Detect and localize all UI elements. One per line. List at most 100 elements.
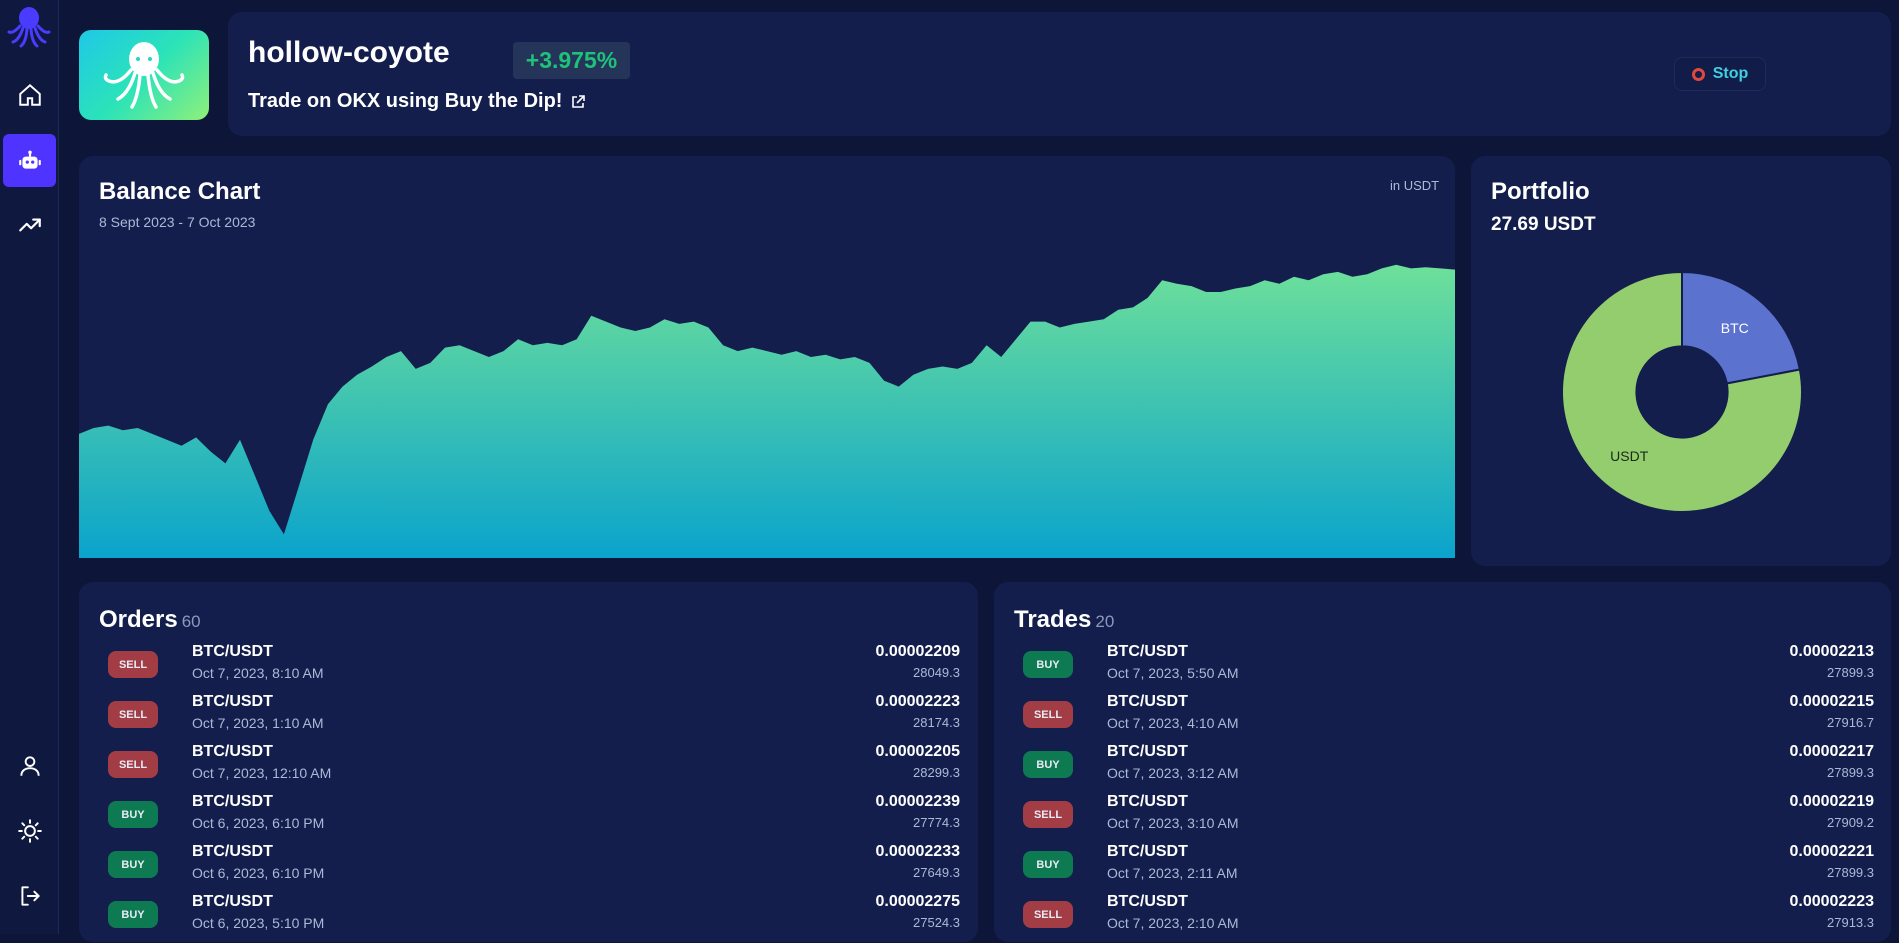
- side-badge: SELL: [1023, 701, 1073, 728]
- timestamp: Oct 7, 2023, 8:10 AM: [192, 665, 324, 681]
- sun-icon[interactable]: [3, 804, 56, 857]
- robot-icon[interactable]: [3, 134, 56, 187]
- pair-label: BTC/USDT: [192, 693, 273, 710]
- side-badge: SELL: [1023, 801, 1073, 828]
- orders-title: Orders: [99, 606, 178, 633]
- price-value: 27899.3: [1827, 765, 1874, 780]
- price-value: 27913.3: [1827, 915, 1874, 930]
- bot-avatar: [79, 30, 209, 120]
- trade-row[interactable]: BUY BTC/USDT Oct 7, 2023, 2:11 AM 0.0000222…: [1023, 843, 1874, 893]
- octopus-icon: [103, 42, 185, 109]
- amount-value: 0.00002217: [1789, 743, 1874, 760]
- pair-label: BTC/USDT: [192, 743, 273, 760]
- pair-label: BTC/USDT: [1107, 843, 1188, 860]
- pair-label: BTC/USDT: [1107, 693, 1188, 710]
- side-badge: BUY: [1023, 751, 1073, 778]
- bot-strategy-link[interactable]: Trade on OKX using Buy the Dip!: [248, 90, 586, 113]
- performance-badge: +3.975%: [513, 42, 630, 79]
- price-value: 27916.7: [1827, 715, 1874, 730]
- logout-icon[interactable]: [3, 869, 56, 922]
- trades-count: 20: [1095, 612, 1115, 631]
- amount-value: 0.00002275: [875, 893, 960, 910]
- pair-label: BTC/USDT: [192, 843, 273, 860]
- side-badge: SELL: [108, 651, 158, 678]
- timestamp: Oct 7, 2023, 12:10 AM: [192, 765, 332, 781]
- portfolio-total: 27.69 USDT: [1491, 214, 1596, 235]
- price-value: 28299.3: [913, 765, 960, 780]
- pair-label: BTC/USDT: [192, 643, 273, 660]
- pair-label: BTC/USDT: [1107, 793, 1188, 810]
- bot-header-panel: [228, 12, 1891, 136]
- timestamp: Oct 6, 2023, 6:10 PM: [192, 815, 325, 831]
- side-badge: SELL: [1023, 901, 1073, 928]
- trade-row[interactable]: SELL BTC/USDT Oct 7, 2023, 4:10 AM 0.000022…: [1023, 693, 1874, 743]
- pair-label: BTC/USDT: [192, 793, 273, 810]
- pair-label: BTC/USDT: [1107, 893, 1188, 910]
- price-value: 27899.3: [1827, 665, 1874, 680]
- trades-title: Trades: [1014, 606, 1092, 633]
- trade-row[interactable]: BUY BTC/USDT Oct 7, 2023, 5:50 AM 0.0000221…: [1023, 643, 1874, 693]
- bot-strategy-text: Trade on OKX using Buy the Dip!: [248, 90, 563, 112]
- trade-row[interactable]: SELL BTC/USDT Oct 7, 2023, 2:10 AM 0.000022…: [1023, 893, 1874, 943]
- pair-label: BTC/USDT: [1107, 743, 1188, 760]
- balance-area-chart[interactable]: [79, 227, 1455, 558]
- order-row[interactable]: SELL BTC/USDT Oct 7, 2023, 1:10 AM 0.000022…: [108, 693, 960, 743]
- amount-value: 0.00002215: [1789, 693, 1874, 710]
- stop-icon: [1691, 67, 1705, 81]
- side-badge: SELL: [108, 701, 158, 728]
- price-value: 27649.3: [913, 865, 960, 880]
- timestamp: Oct 7, 2023, 2:10 AM: [1107, 915, 1239, 931]
- home-icon[interactable]: [3, 68, 56, 121]
- price-value: 27909.2: [1827, 815, 1874, 830]
- stop-button-label: Stop: [1712, 65, 1749, 82]
- sidebar: [0, 0, 59, 934]
- order-row[interactable]: SELL BTC/USDT Oct 7, 2023, 12:10 AM 0.00002…: [108, 743, 960, 793]
- side-badge: SELL: [108, 751, 158, 778]
- trade-row[interactable]: SELL BTC/USDT Oct 7, 2023, 3:10 AM 0.000022…: [1023, 793, 1874, 843]
- side-badge: BUY: [1023, 651, 1073, 678]
- amount-value: 0.00002239: [875, 793, 960, 810]
- pair-label: BTC/USDT: [192, 893, 273, 910]
- portfolio-donut-chart[interactable]: BTC USDT: [1552, 262, 1812, 522]
- price-value: 27899.3: [1827, 865, 1874, 880]
- trade-row[interactable]: BUY BTC/USDT Oct 7, 2023, 3:12 AM 0.0000221…: [1023, 743, 1874, 793]
- amount-value: 0.00002219: [1789, 793, 1874, 810]
- balance-unit-label: in USDT: [1390, 178, 1440, 193]
- amount-value: 0.00002213: [1789, 643, 1874, 660]
- trending-up-icon[interactable]: [3, 198, 56, 251]
- timestamp: Oct 7, 2023, 3:12 AM: [1107, 765, 1239, 781]
- timestamp: Oct 7, 2023, 2:11 AM: [1107, 865, 1238, 881]
- balance-chart-title: Balance Chart: [99, 178, 261, 205]
- price-value: 28174.3: [913, 715, 960, 730]
- stop-button[interactable]: Stop: [1674, 57, 1766, 91]
- side-badge: BUY: [108, 851, 158, 878]
- amount-value: 0.00002209: [875, 643, 960, 660]
- pie-label-usdt: USDT: [1610, 448, 1649, 464]
- trades-title-wrap: Trades 20: [1014, 606, 1114, 634]
- amount-value: 0.00002223: [875, 693, 960, 710]
- balance-area: [79, 264, 1455, 558]
- timestamp: Oct 7, 2023, 1:10 AM: [192, 715, 324, 731]
- octopus-logo-icon[interactable]: [7, 4, 51, 48]
- orders-title-wrap: Orders 60: [99, 606, 201, 634]
- bot-name: hollow-coyote: [248, 36, 450, 69]
- amount-value: 0.00002221: [1789, 843, 1874, 860]
- orders-count: 60: [181, 612, 201, 631]
- side-badge: BUY: [108, 801, 158, 828]
- order-row[interactable]: BUY BTC/USDT Oct 6, 2023, 6:10 PM 0.0000223…: [108, 843, 960, 893]
- timestamp: Oct 6, 2023, 5:10 PM: [192, 915, 325, 931]
- order-row[interactable]: BUY BTC/USDT Oct 6, 2023, 5:10 PM 0.0000227…: [108, 893, 960, 943]
- order-row[interactable]: SELL BTC/USDT Oct 7, 2023, 8:10 AM 0.000022…: [108, 643, 960, 693]
- timestamp: Oct 7, 2023, 3:10 AM: [1107, 815, 1239, 831]
- timestamp: Oct 7, 2023, 4:10 AM: [1107, 715, 1239, 731]
- order-row[interactable]: BUY BTC/USDT Oct 6, 2023, 6:10 PM 0.0000223…: [108, 793, 960, 843]
- amount-value: 0.00002205: [875, 743, 960, 760]
- pie-label-btc: BTC: [1721, 320, 1749, 336]
- pair-label: BTC/USDT: [1107, 643, 1188, 660]
- price-value: 28049.3: [913, 665, 960, 680]
- external-link-icon: [572, 94, 586, 108]
- amount-value: 0.00002233: [875, 843, 960, 860]
- user-icon[interactable]: [3, 739, 56, 792]
- side-badge: BUY: [1023, 851, 1073, 878]
- price-value: 27524.3: [913, 915, 960, 930]
